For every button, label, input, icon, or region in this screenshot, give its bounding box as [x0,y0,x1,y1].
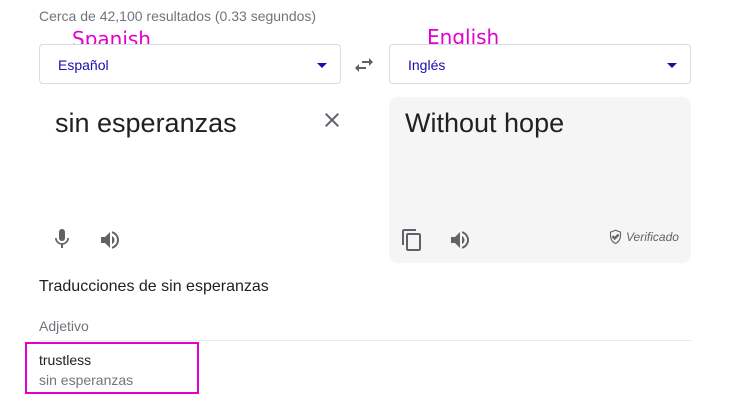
voice-input-button[interactable] [50,227,74,251]
copy-translation-button[interactable] [400,228,424,252]
translations-heading: Traducciones de sin esperanzas [39,278,269,295]
verified-badge[interactable]: Verificado [608,229,679,244]
target-language-select[interactable]: Inglés [389,44,691,84]
result-stats: Cerca de 42,100 resultados (0.33 segundo… [39,8,317,24]
divider [39,340,691,341]
listen-translation-button[interactable] [448,228,472,252]
copy-icon [402,229,421,251]
swap-languages-button[interactable] [352,53,376,77]
source-text-input[interactable]: sin esperanzas [55,108,237,139]
clear-source-button[interactable] [320,108,344,132]
shield-check-icon [609,229,622,244]
source-language-label: Español [58,57,109,73]
translation-entry-highlight[interactable]: trustless sin esperanzas [25,342,199,394]
speaker-icon [451,231,469,249]
speaker-icon [101,231,119,249]
part-of-speech-label: Adjetivo [39,318,89,334]
dropdown-caret-icon [667,63,677,68]
translation-word[interactable]: trustless [39,352,91,368]
target-language-label: Inglés [408,57,446,73]
listen-source-button[interactable] [98,228,122,252]
translated-text: Without hope [405,108,565,138]
source-language-select[interactable]: Español [39,44,341,84]
back-translation: sin esperanzas [39,372,134,388]
swap-arrows-icon [355,58,373,72]
verified-label: Verificado [626,230,679,244]
dropdown-caret-icon [317,63,327,68]
close-icon [325,113,339,127]
microphone-icon [55,229,69,248]
